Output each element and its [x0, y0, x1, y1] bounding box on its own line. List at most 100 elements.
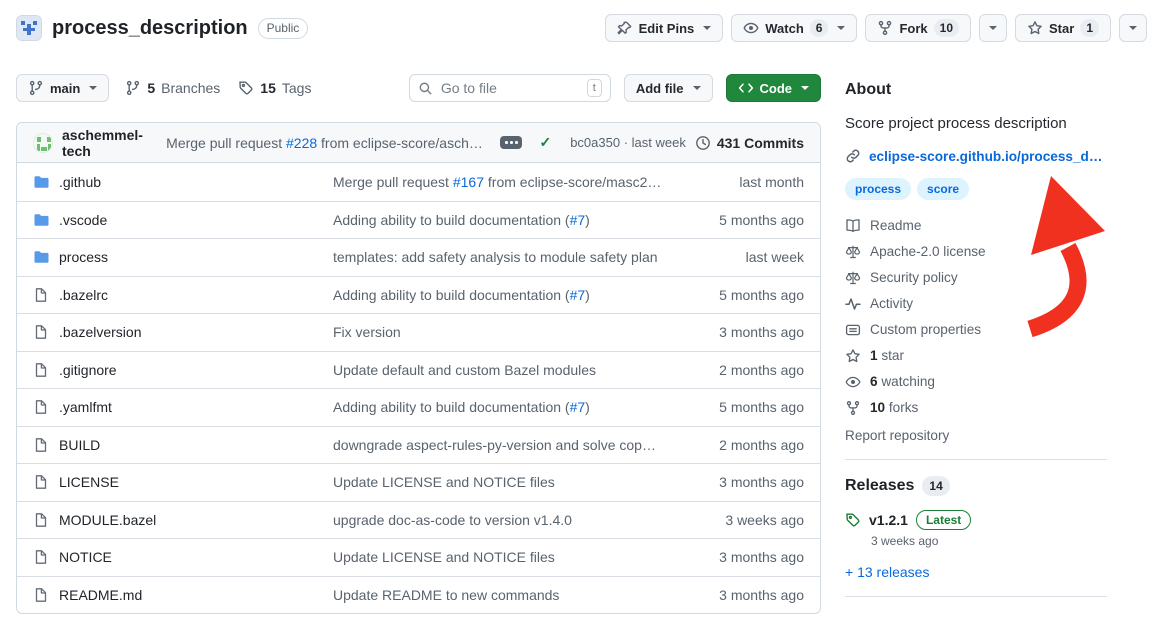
file-commit-date-link[interactable]: 5 months ago	[686, 399, 804, 415]
file-name-link[interactable]: BUILD	[33, 437, 333, 453]
commit-author-link[interactable]: aschemmel-tech	[62, 127, 157, 159]
file-name-link[interactable]: process	[33, 249, 333, 265]
chevron-down-icon	[89, 86, 97, 90]
star-icon	[1027, 20, 1043, 36]
history-icon	[695, 135, 711, 151]
file-name-link[interactable]: MODULE.bazel	[33, 512, 333, 528]
file-commit-message-link[interactable]: Adding ability to build documentation (#…	[333, 212, 686, 228]
file-commit-date-link[interactable]: 2 months ago	[686, 362, 804, 378]
file-icon	[33, 437, 49, 453]
watch-button[interactable]: Watch 6	[731, 14, 857, 42]
website-link[interactable]: eclipse-score.github.io/process_descr...	[845, 148, 1107, 164]
file-name-link[interactable]: .gitignore	[33, 362, 333, 378]
file-row-LICENSE: LICENSE Update LICENSE and NOTICE files …	[17, 463, 820, 501]
star-button[interactable]: Star 1	[1015, 14, 1111, 42]
pr-link[interactable]: #7	[570, 399, 586, 415]
about-item-star[interactable]: 1 star	[845, 348, 1107, 364]
file-commit-date-link[interactable]: 3 months ago	[686, 324, 804, 340]
file-commit-date-link[interactable]: 5 months ago	[686, 212, 804, 228]
file-commit-date-link[interactable]: 2 months ago	[686, 437, 804, 453]
go-to-file-input[interactable]	[439, 79, 581, 97]
fork-button[interactable]: Fork 10	[865, 14, 971, 42]
about-item-readme[interactable]: Readme	[845, 218, 1107, 234]
file-commit-date-link[interactable]: 3 months ago	[686, 474, 804, 490]
law-icon	[845, 244, 861, 260]
commit-history-link[interactable]: 431 Commits	[695, 135, 804, 151]
file-name-link[interactable]: .bazelversion	[33, 324, 333, 340]
file-name-link[interactable]: .vscode	[33, 212, 333, 228]
about-item-forks[interactable]: 10 forks	[845, 400, 1107, 416]
chevron-down-icon	[1129, 26, 1137, 30]
repo-header: process_description Public Edit Pins Wat…	[0, 0, 1163, 44]
visibility-badge: Public	[258, 18, 309, 39]
org-avatar[interactable]	[16, 15, 42, 41]
file-row-.github: .github Merge pull request #167 from ecl…	[17, 163, 820, 201]
file-row-.bazelversion: .bazelversion Fix version 3 months ago	[17, 313, 820, 351]
file-commit-message-link[interactable]: Update LICENSE and NOTICE files	[333, 474, 686, 490]
file-name-link[interactable]: NOTICE	[33, 549, 333, 565]
about-item-watching[interactable]: 6 watching	[845, 374, 1107, 390]
commit-description-toggle[interactable]	[500, 136, 522, 149]
star-count: 1	[1080, 19, 1099, 37]
topics: process score	[845, 178, 1107, 200]
file-icon	[33, 474, 49, 490]
pr-link[interactable]: #7	[570, 212, 586, 228]
release-version-link[interactable]: v1.2.1	[869, 512, 908, 528]
fork-dropdown-button[interactable]	[979, 14, 1007, 42]
sidebar-divider	[845, 459, 1107, 460]
sidebar: About Score project process description …	[845, 72, 1107, 614]
file-commit-message-link[interactable]: Adding ability to build documentation (#…	[333, 287, 686, 303]
go-to-file-search[interactable]: t	[409, 74, 611, 102]
topic-process[interactable]: process	[845, 178, 911, 200]
about-item-security-policy[interactable]: Security policy	[845, 270, 1107, 286]
commit-status-check-icon[interactable]: ✓	[539, 134, 551, 151]
file-row-BUILD: BUILD downgrade aspect-rules-py-version …	[17, 426, 820, 464]
toolbar: main 5Branches 15Tags	[16, 72, 821, 104]
page-title[interactable]: process_description	[52, 17, 248, 40]
tags-link[interactable]: 15Tags	[238, 80, 311, 96]
file-commit-date-link[interactable]: last week	[686, 249, 804, 265]
commit-sha-link[interactable]: bc0a350	[570, 135, 620, 150]
file-name-link[interactable]: LICENSE	[33, 474, 333, 490]
branch-select-button[interactable]: main	[16, 74, 109, 102]
code-button[interactable]: Code	[726, 74, 822, 102]
about-item-activity[interactable]: Activity	[845, 296, 1107, 312]
report-repository-link[interactable]: Report repository	[845, 428, 1107, 443]
file-commit-date-link[interactable]: last month	[686, 174, 804, 190]
file-commit-message-link[interactable]: upgrade doc-as-code to version v1.4.0	[333, 512, 686, 528]
file-row-.gitignore: .gitignore Update default and custom Baz…	[17, 351, 820, 389]
pr-link[interactable]: #7	[570, 287, 586, 303]
pr-link[interactable]: #167	[453, 174, 484, 190]
latest-badge: Latest	[916, 510, 971, 530]
more-releases-link[interactable]: + 13 releases	[845, 564, 1107, 580]
about-item-custom-properties[interactable]: Custom properties	[845, 322, 1107, 338]
file-commit-message-link[interactable]: Merge pull request #167 from eclipse-sco…	[333, 174, 686, 190]
file-row-process: process templates: add safety analysis t…	[17, 238, 820, 276]
file-commit-message-link[interactable]: Update LICENSE and NOTICE files	[333, 549, 686, 565]
file-commit-date-link[interactable]: 3 weeks ago	[686, 512, 804, 528]
commit-author-avatar[interactable]	[33, 133, 53, 153]
edit-pins-button[interactable]: Edit Pins	[605, 14, 724, 42]
add-file-button[interactable]: Add file	[624, 74, 713, 102]
star-dropdown-button[interactable]	[1119, 14, 1147, 42]
topic-score[interactable]: score	[917, 178, 969, 200]
file-name-link[interactable]: .github	[33, 174, 333, 190]
file-name-link[interactable]: .bazelrc	[33, 287, 333, 303]
file-commit-message-link[interactable]: Update default and custom Bazel modules	[333, 362, 686, 378]
file-commit-message-link[interactable]: Adding ability to build documentation (#…	[333, 399, 686, 415]
pr-link[interactable]: #228	[286, 135, 317, 151]
file-commit-message-link[interactable]: downgrade aspect-rules-py-version and so…	[333, 437, 686, 453]
about-item-apache-2.0-license[interactable]: Apache-2.0 license	[845, 244, 1107, 260]
file-commit-message-link[interactable]: templates: add safety analysis to module…	[333, 249, 686, 265]
file-commit-date-link[interactable]: 3 months ago	[686, 587, 804, 603]
file-name-link[interactable]: README.md	[33, 587, 333, 603]
folder-icon	[33, 249, 49, 265]
branches-link[interactable]: 5Branches	[125, 80, 220, 96]
file-commit-date-link[interactable]: 3 months ago	[686, 549, 804, 565]
releases-title[interactable]: Releases	[845, 477, 914, 495]
file-commit-message-link[interactable]: Fix version	[333, 324, 686, 340]
file-commit-date-link[interactable]: 5 months ago	[686, 287, 804, 303]
file-name-link[interactable]: .yamlfmt	[33, 399, 333, 415]
commit-message-link[interactable]: Merge pull request #228 from eclipse-sco…	[166, 135, 489, 151]
file-commit-message-link[interactable]: Update README to new commands	[333, 587, 686, 603]
